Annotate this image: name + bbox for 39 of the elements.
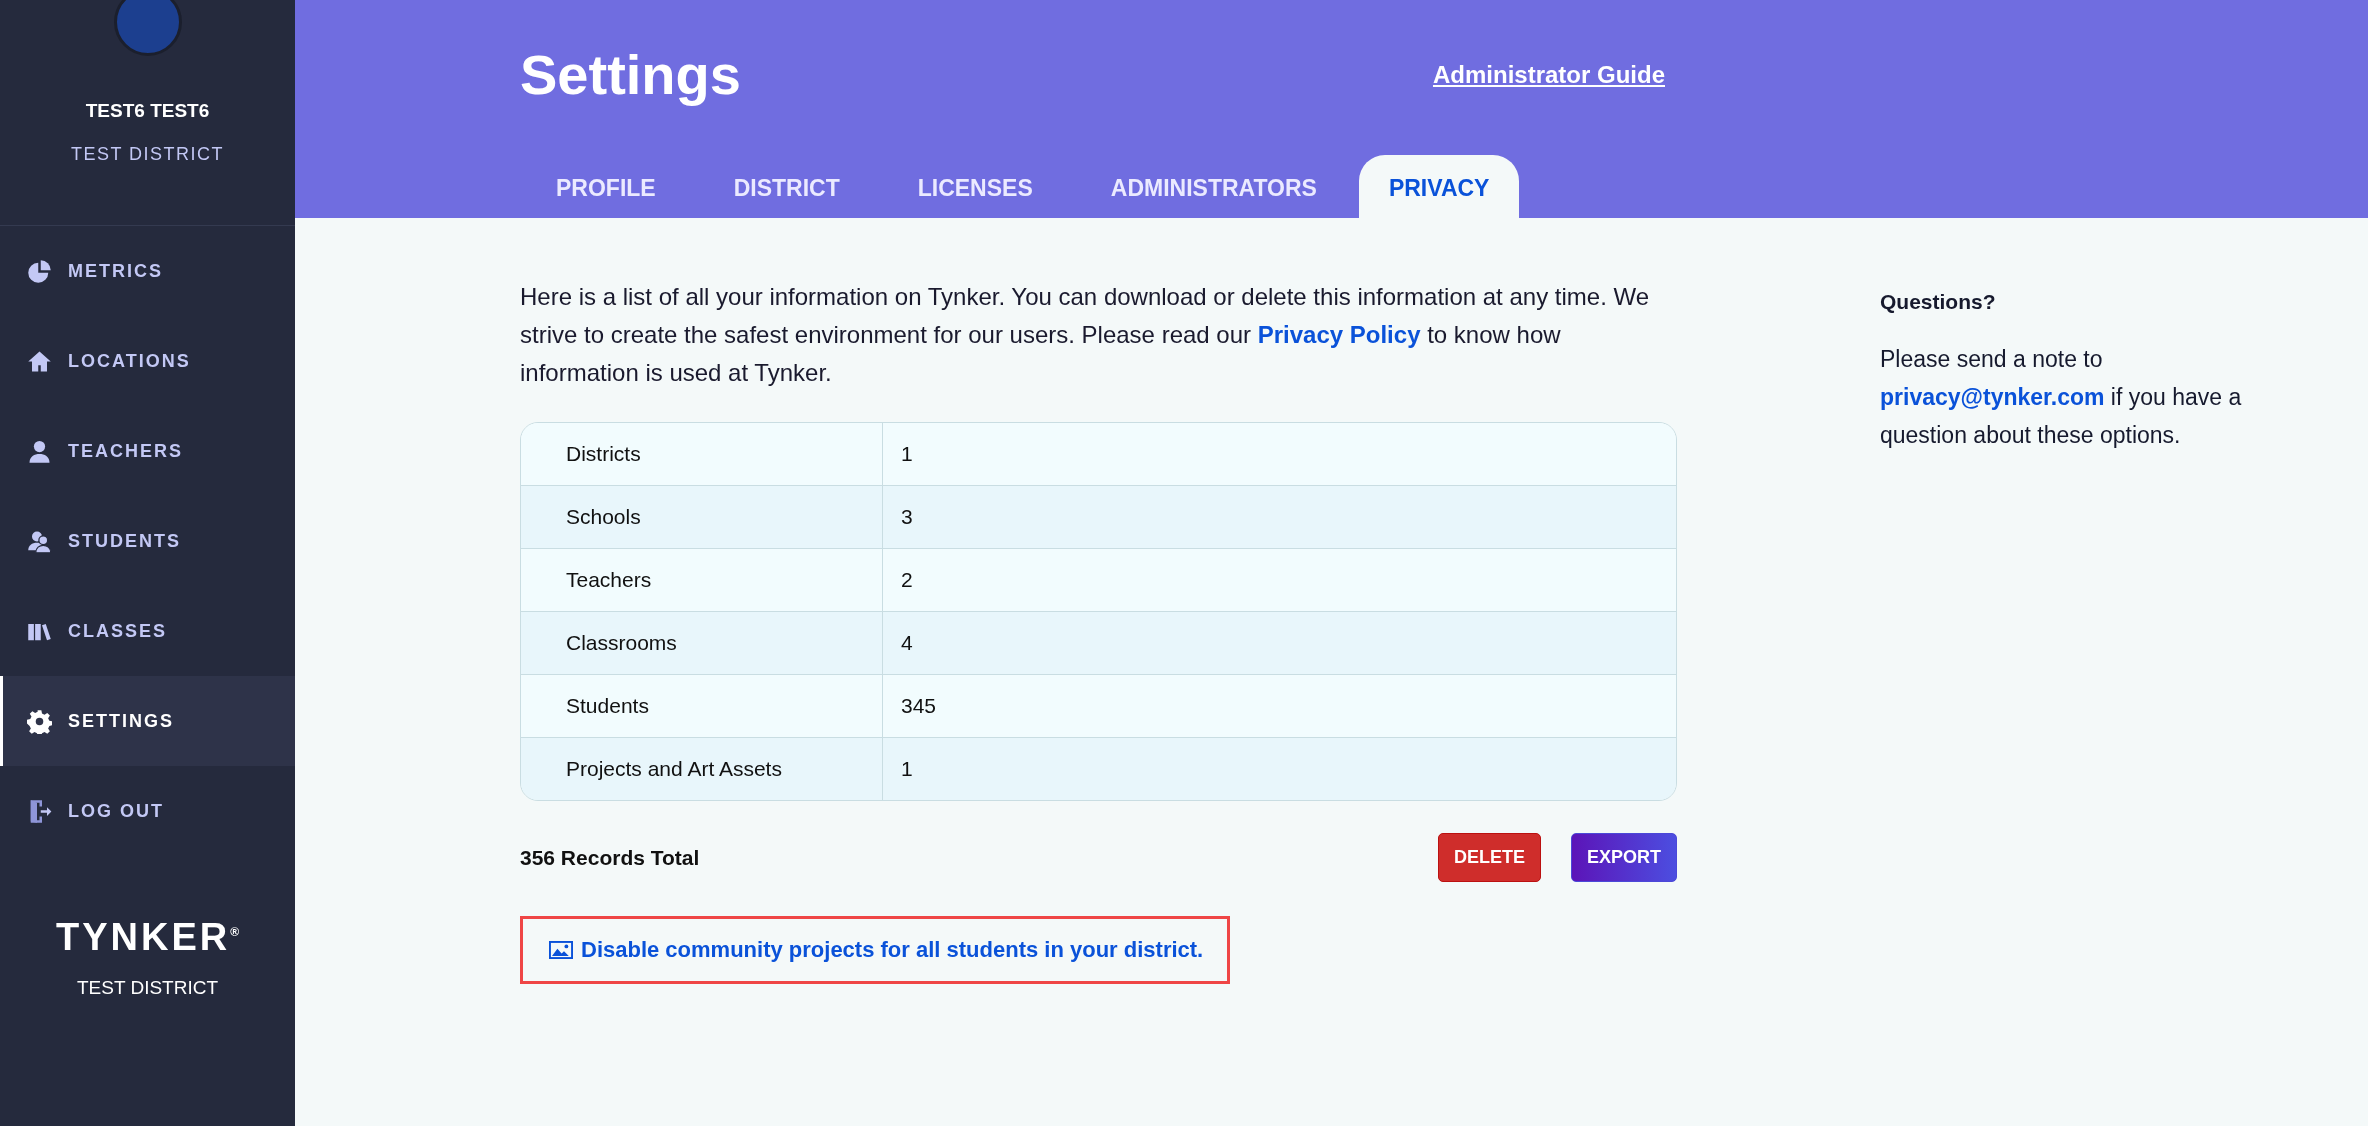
- table-cell: Projects and Art Assets: [521, 738, 883, 800]
- tab[interactable]: DISTRICT: [697, 155, 876, 218]
- sidebar-item[interactable]: TEACHERS: [0, 406, 295, 496]
- records-total: 356 Records Total: [520, 845, 701, 870]
- tynker-logo: TYNKER$^{®}$: [55, 916, 240, 959]
- sidebar-item[interactable]: STUDENTS: [0, 496, 295, 586]
- action-button[interactable]: DELETE: [1437, 833, 1541, 882]
- table-cell-text: 4: [900, 630, 913, 656]
- user-district: TEST DISTRICT: [70, 144, 225, 165]
- disable-community-link[interactable]: Disable community projects for all students in your district.: [581, 937, 1204, 963]
- action-button[interactable]: EXPORT: [1571, 833, 1677, 882]
- table-cell-text: 1: [900, 441, 913, 467]
- image-icon: [549, 941, 573, 959]
- avatar: [113, 0, 182, 56]
- gear-icon: [27, 708, 52, 734]
- tab[interactable]: PRIVACY: [1358, 155, 1520, 218]
- page-title: Settings: [520, 42, 741, 107]
- table-cell-text: 3: [900, 504, 913, 530]
- table-cell-text: 345: [900, 693, 937, 719]
- pie-chart-icon: [27, 258, 52, 284]
- sidebar-item[interactable]: SETTINGS: [0, 676, 295, 766]
- email-link[interactable]: privacy@tynker.com: [1880, 384, 2105, 410]
- sidebar-item[interactable]: CLASSES: [0, 586, 295, 676]
- table-cell-text: 1: [900, 756, 913, 782]
- tab[interactable]: LICENSES: [881, 155, 1069, 218]
- tab[interactable]: PROFILE: [520, 155, 692, 218]
- sidebar-item[interactable]: METRICS: [0, 226, 295, 316]
- sidebar-item[interactable]: LOG OUT: [0, 766, 295, 856]
- administrator-guide-link[interactable]: Administrator Guide: [1432, 60, 1665, 89]
- privacy-policy-link[interactable]: Privacy Policy: [1257, 321, 1421, 348]
- user-name: TEST6 TEST6: [85, 100, 210, 122]
- intro-paragraph: Here is a list of all your information on Tynker. You can download or delete this information at any time. We strive to create the safest environment for our users. Please read our Privacy Policy to know how information is used at Tynker.: [520, 282, 1651, 388]
- questions-heading: Questions?: [1880, 290, 1997, 314]
- questions-text: Please send a note to privacy@tynker.com if you have a question about these options.: [1880, 345, 2243, 450]
- person-icon: [27, 438, 52, 464]
- sidebar-item[interactable]: LOCATIONS: [0, 316, 295, 406]
- district-name: TEST DISTRICT: [76, 977, 219, 999]
- tab[interactable]: ADMINISTRATORS: [1074, 155, 1353, 218]
- table-cell-text: 2: [900, 567, 913, 593]
